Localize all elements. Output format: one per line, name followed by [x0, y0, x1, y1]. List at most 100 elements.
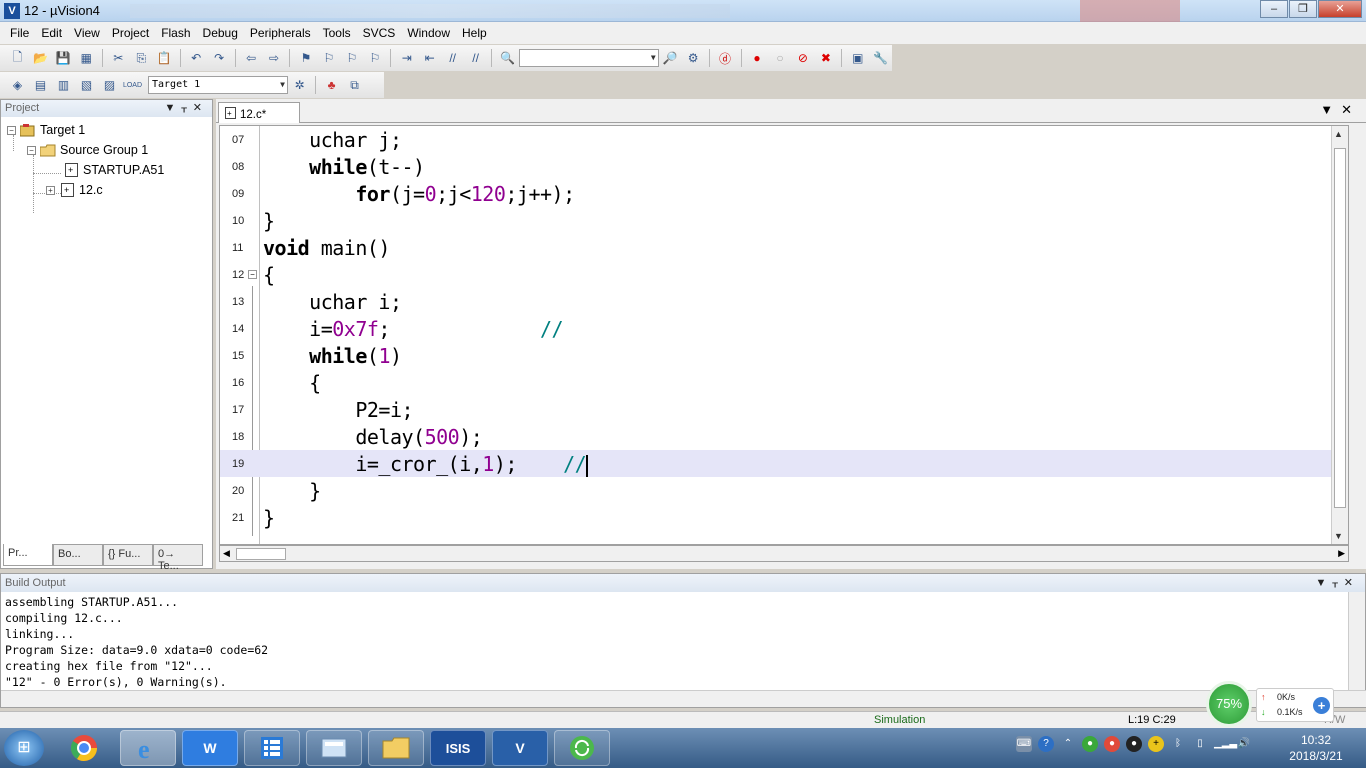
code-line[interactable]: 15 while(1)	[220, 342, 1348, 369]
close-icon[interactable]: ✕	[1344, 577, 1359, 589]
menu-svcs[interactable]: SVCS	[357, 26, 402, 40]
help-icon[interactable]: ?	[1038, 736, 1054, 752]
bluetooth-icon[interactable]: ᛒ	[1170, 736, 1186, 752]
window-layout-icon[interactable]: ▣	[849, 49, 867, 67]
editor-vertical-scrollbar[interactable]: ▲ ▼	[1331, 126, 1348, 544]
tab-templates[interactable]: 0→ Te...	[153, 544, 203, 572]
disable-breakpoint-icon[interactable]: ○	[771, 49, 789, 67]
target-options-icon[interactable]: ✲	[291, 76, 309, 94]
build-output-vertical-scrollbar[interactable]	[1348, 592, 1365, 692]
maximize-button[interactable]: ❐	[1289, 0, 1317, 18]
unindent-icon[interactable]: ⇤	[421, 49, 439, 67]
code-line[interactable]: 09 for(j=0;j<120;j++);	[220, 180, 1348, 207]
undo-icon[interactable]: ↶	[187, 49, 205, 67]
editor-horizontal-scrollbar[interactable]: ◀ ▶	[219, 545, 1349, 562]
copy-icon[interactable]: ⎘	[132, 49, 150, 67]
collapse-icon[interactable]: −	[27, 145, 36, 155]
code-line[interactable]: 17 P2=i;	[220, 396, 1348, 423]
incremental-find-icon[interactable]: ⚙	[684, 49, 702, 67]
grid-icon[interactable]	[244, 730, 300, 766]
next-bookmark-icon[interactable]: ⚐	[343, 49, 361, 67]
panel-menu-icon[interactable]: ▼	[164, 102, 181, 114]
pin-icon[interactable]: ᚁ	[181, 102, 192, 114]
panel-menu-icon[interactable]: ▼	[1315, 577, 1332, 589]
close-icon[interactable]: ✕	[1341, 102, 1360, 117]
disable-all-breakpoints-icon[interactable]: ⊘	[794, 49, 812, 67]
signal-icon[interactable]: ▁▂▃	[1214, 736, 1237, 752]
menu-view[interactable]: View	[68, 26, 106, 40]
save-icon[interactable]: 💾	[54, 49, 72, 67]
pin-icon[interactable]: ᚁ	[1332, 577, 1343, 589]
tree-item-file[interactable]: + STARTUP.A51	[63, 161, 164, 179]
start-button[interactable]: ⊞	[4, 730, 44, 766]
chrome-tray-icon[interactable]: ●	[1104, 736, 1120, 752]
ie-icon[interactable]: e	[120, 730, 176, 766]
code-line[interactable]: 07 uchar j;	[220, 126, 1348, 153]
folder-icon[interactable]	[368, 730, 424, 766]
chrome-icon[interactable]	[56, 730, 112, 766]
nav-back-icon[interactable]: ⇦	[242, 49, 260, 67]
breakpoint-icon[interactable]: ●	[748, 49, 766, 67]
accelerate-plus-icon[interactable]: +	[1313, 697, 1330, 714]
collapse-icon[interactable]: −	[7, 125, 16, 135]
code-line[interactable]: 12 − {	[220, 261, 1348, 288]
uvision-icon[interactable]: V	[492, 730, 548, 766]
tab-list-icon[interactable]: ▼	[1320, 102, 1341, 117]
editor-tab-12c[interactable]: + 12.c*	[218, 102, 300, 123]
expand-icon[interactable]: +	[46, 185, 55, 195]
code-line-current[interactable]: 19 i=_cror_(i,1); //	[220, 450, 1348, 477]
keyboard-icon[interactable]: ⌨	[1016, 736, 1032, 752]
usb-icon[interactable]: ▯	[1192, 736, 1208, 752]
chevron-up-icon[interactable]: ⌃	[1060, 736, 1076, 752]
stop-build-icon[interactable]: ▨	[101, 76, 119, 94]
code-line[interactable]: 14 i=0x7f; //	[220, 315, 1348, 342]
code-editor[interactable]: 07 uchar j; 08 while(t--) 09 for(j=0;j<1…	[219, 125, 1349, 545]
scroll-right-icon[interactable]: ▶	[1338, 548, 1345, 559]
find-icon[interactable]: 🔎	[661, 49, 679, 67]
scroll-thumb[interactable]	[1334, 148, 1346, 508]
scroll-down-icon[interactable]: ▼	[1334, 531, 1343, 541]
code-line[interactable]: 11 void main()	[220, 234, 1348, 261]
kill-all-breakpoints-icon[interactable]: ✖	[817, 49, 835, 67]
manage-multiproject-icon[interactable]: ⧉	[346, 76, 364, 94]
clock[interactable]: 10:32 2018/3/21	[1286, 732, 1346, 764]
menu-help[interactable]: Help	[456, 26, 493, 40]
manage-components-icon[interactable]: ♣	[323, 76, 341, 94]
uncomment-icon[interactable]: //	[467, 49, 485, 67]
tree-item-group[interactable]: − Source Group 1	[27, 141, 148, 159]
save-all-icon[interactable]: ▦	[77, 49, 95, 67]
green-app-icon[interactable]: ●	[1082, 736, 1098, 752]
plus-tray-icon[interactable]: +	[1148, 736, 1164, 752]
menu-flash[interactable]: Flash	[155, 26, 196, 40]
find-in-files-icon[interactable]: 🔍	[499, 49, 517, 67]
wps-icon[interactable]: W	[182, 730, 238, 766]
load-icon[interactable]: LOAD	[123, 76, 142, 94]
code-line[interactable]: 20 }	[220, 477, 1348, 504]
tab-books[interactable]: Bo...	[53, 544, 103, 566]
close-icon[interactable]: ✕	[193, 102, 208, 114]
code-line[interactable]: 13 uchar i;	[220, 288, 1348, 315]
open-folder-icon[interactable]: 📂	[31, 49, 49, 67]
tab-project[interactable]: Pr...	[3, 544, 53, 566]
find-combo[interactable]: ▼	[519, 49, 659, 67]
scroll-left-icon[interactable]: ◀	[223, 548, 230, 559]
prev-bookmark-icon[interactable]: ⚐	[320, 49, 338, 67]
new-file-icon[interactable]: 🗋	[9, 49, 27, 67]
redo-icon[interactable]: ↷	[210, 49, 228, 67]
debug-session-icon[interactable]: ⓓ	[716, 49, 734, 67]
tab-functions[interactable]: {} Fu...	[103, 544, 153, 566]
build-output-horizontal-scrollbar[interactable]	[1, 690, 1366, 707]
tree-item-file[interactable]: + + 12.c	[46, 181, 103, 199]
menu-file[interactable]: File	[4, 26, 35, 40]
menu-window[interactable]: Window	[401, 26, 456, 40]
code-line[interactable]: 21 }	[220, 504, 1348, 531]
batch-build-icon[interactable]: ▧	[78, 76, 96, 94]
tree-item-target[interactable]: − Target 1	[7, 121, 85, 139]
menu-project[interactable]: Project	[106, 26, 155, 40]
refresh-icon[interactable]	[554, 730, 610, 766]
scroll-thumb[interactable]	[236, 548, 286, 560]
volume-icon[interactable]: 🔊	[1236, 736, 1252, 752]
menu-edit[interactable]: Edit	[35, 26, 68, 40]
configure-icon[interactable]: 🔧	[872, 49, 890, 67]
translate-icon[interactable]: ◈	[9, 76, 27, 94]
